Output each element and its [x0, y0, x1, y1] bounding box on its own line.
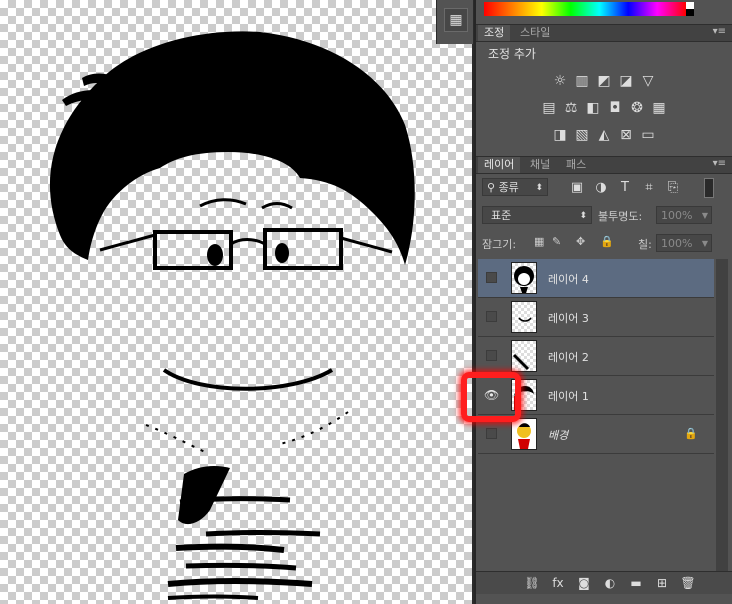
tab-styles[interactable]: 스타일	[514, 25, 556, 41]
layer-row-3[interactable]: 레이어 3	[478, 298, 714, 337]
adjustment-row-2: ▤ ⚖ ◧ ◘ ❂ ▦	[476, 99, 732, 117]
panel-menu-icon[interactable]: ▾≡	[713, 26, 726, 37]
layers-scrollbar[interactable]	[716, 259, 728, 571]
fx-icon[interactable]: fx	[550, 575, 566, 591]
tab-channels[interactable]: 채널	[524, 157, 556, 173]
tab-adjustments[interactable]: 조정	[478, 25, 511, 41]
layer-thumbnail	[511, 262, 537, 294]
opacity-field[interactable]: 100% ▼	[656, 206, 712, 224]
vibrance-icon[interactable]: ▽	[639, 72, 657, 90]
black-white-swatch[interactable]	[686, 2, 694, 16]
chevron-down-icon: ▼	[701, 239, 708, 248]
layer-name[interactable]: 레이어 3	[548, 310, 589, 326]
fill-label: 칠:	[638, 238, 652, 251]
color-balance-icon[interactable]: ⚖	[562, 99, 580, 117]
lock-all-icon[interactable]: 🔒	[600, 235, 614, 248]
adjustments-title: 조정 추가	[488, 47, 536, 61]
layers-panel-header: 레이어 채널 패스 ▾≡	[476, 156, 732, 174]
tab-paths[interactable]: 패스	[560, 157, 592, 173]
visibility-toggle[interactable]	[486, 428, 497, 439]
color-spectrum-bar[interactable]	[484, 2, 686, 16]
filter-adjustment-icon[interactable]: ◑	[594, 181, 608, 195]
dropdown-arrow-icon: ⬍	[535, 183, 543, 193]
exposure-icon[interactable]: ◪	[617, 72, 635, 90]
filter-kind-value: 종류	[498, 181, 519, 194]
lock-icon: 🔒	[684, 427, 698, 440]
black-white-icon[interactable]: ◧	[584, 99, 602, 117]
new-group-icon[interactable]: ▬	[628, 575, 644, 591]
photo-filter-icon[interactable]: ◘	[606, 99, 624, 117]
new-layer-icon[interactable]: ⊞	[654, 575, 670, 591]
right-panel-dock: 조정 스타일 ▾≡ 조정 추가 ☼ ▥ ◩ ◪ ▽ ▤ ⚖ ◧ ◘ ❂ ▦ ◨ …	[474, 0, 732, 604]
layers-footer-toolbar: ⛓ fx ◙ ◐ ▬ ⊞ 🗑	[476, 571, 732, 594]
collapsed-panel-strip: ▦	[436, 0, 473, 44]
panel-menu-icon[interactable]: ▾≡	[713, 158, 726, 169]
highlight-annotation	[461, 372, 521, 422]
threshold-icon[interactable]: ◭	[595, 126, 613, 144]
add-mask-icon[interactable]: ◙	[576, 575, 592, 591]
brightness-icon[interactable]: ☼	[551, 72, 569, 90]
layer-thumbnail	[511, 301, 537, 333]
filter-kind-select[interactable]: ⚲ 종류 ⬍	[482, 178, 548, 196]
curves-icon[interactable]: ◩	[595, 72, 613, 90]
lock-paint-icon[interactable]: ✎	[552, 235, 561, 248]
channel-mixer-icon[interactable]: ❂	[628, 99, 646, 117]
filter-smart-object-icon[interactable]: ⎘	[666, 181, 680, 195]
posterize-icon[interactable]: ▧	[573, 126, 591, 144]
layer-name[interactable]: 레이어 4	[548, 271, 589, 287]
adjustments-panel-header: 조정 스타일 ▾≡	[476, 24, 732, 42]
layer-thumbnail	[511, 418, 537, 450]
filter-toggle-switch[interactable]	[704, 178, 714, 198]
fill-field[interactable]: 100% ▼	[656, 234, 712, 252]
properties-panel-icon[interactable]: ▦	[444, 8, 468, 32]
new-adjustment-icon[interactable]: ◐	[602, 575, 618, 591]
layer-row-2[interactable]: 레이어 2	[478, 337, 714, 376]
hue-saturation-icon[interactable]: ▤	[540, 99, 558, 117]
lock-label: 잠그기:	[482, 238, 517, 251]
visibility-toggle[interactable]	[486, 272, 497, 283]
blend-mode-select[interactable]: 표준 ⬍	[482, 206, 592, 224]
invert-icon[interactable]: ◨	[551, 126, 569, 144]
filter-type-icon[interactable]: T	[618, 181, 632, 195]
layer-name[interactable]: 레이어 2	[548, 349, 589, 365]
adjustment-row-1: ☼ ▥ ◩ ◪ ▽	[476, 72, 732, 90]
color-lookup-icon[interactable]: ▦	[650, 99, 668, 117]
adjustment-row-3: ◨ ▧ ◭ ⊠ ▭	[476, 126, 732, 144]
layer-name[interactable]: 배경	[548, 427, 568, 443]
layer-name[interactable]: 레이어 1	[548, 388, 589, 404]
filter-shape-icon[interactable]: ⌗	[642, 181, 656, 195]
layer-row-4[interactable]: 레이어 4	[478, 259, 714, 298]
opacity-value: 100%	[661, 209, 693, 222]
gradient-map-icon[interactable]: ▭	[639, 126, 657, 144]
delete-layer-icon[interactable]: 🗑	[680, 575, 696, 591]
opacity-label: 불투명도:	[598, 210, 643, 223]
lock-transparent-icon[interactable]: ▦	[534, 235, 544, 248]
selective-color-icon[interactable]: ⊠	[617, 126, 635, 144]
levels-icon[interactable]: ▥	[573, 72, 591, 90]
tab-layers[interactable]: 레이어	[478, 157, 521, 173]
blend-mode-value: 표준	[491, 209, 512, 222]
dropdown-arrow-icon: ⬍	[579, 211, 587, 221]
chevron-down-icon: ▼	[701, 211, 708, 220]
visibility-toggle[interactable]	[486, 350, 497, 361]
layer-thumbnail	[511, 340, 537, 372]
lock-move-icon[interactable]: ✥	[576, 235, 585, 248]
cartoon-face-artwork	[49, 31, 415, 600]
visibility-toggle[interactable]	[486, 311, 497, 322]
fill-value: 100%	[661, 237, 693, 250]
filter-pixel-icon[interactable]: ▣	[570, 181, 584, 195]
search-icon: ⚲	[487, 181, 496, 194]
link-layers-icon[interactable]: ⛓	[524, 575, 540, 591]
document-canvas[interactable]	[0, 0, 472, 604]
